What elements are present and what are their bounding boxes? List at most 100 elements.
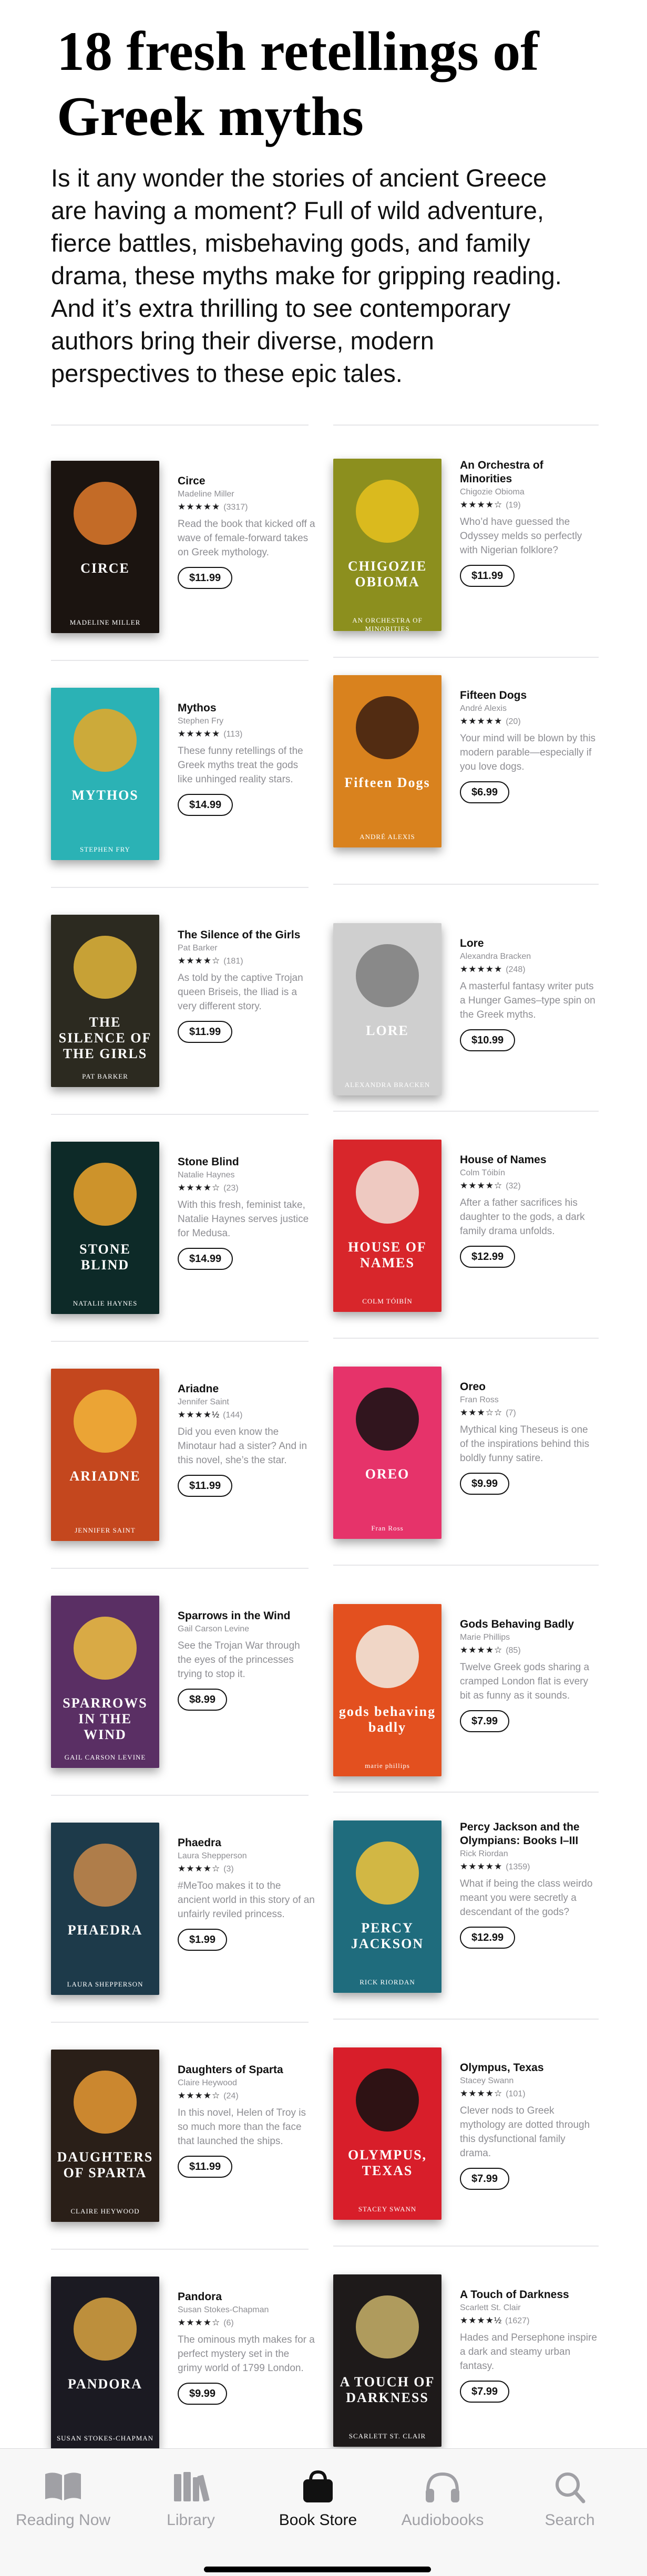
price-button[interactable]: $9.99 [178, 2383, 228, 2405]
price-button[interactable]: $8.99 [178, 1689, 228, 1711]
tab-search[interactable]: Search [507, 2470, 633, 2530]
tab-book-store[interactable]: Book Store [255, 2470, 381, 2530]
price-button[interactable]: $7.99 [460, 2381, 510, 2403]
book-author[interactable]: Scarlett St. Clair [460, 2302, 598, 2314]
book-cover[interactable]: CIRCE MADELINE MILLER [51, 461, 159, 633]
book-cover[interactable]: STONE BLIND NATALIE HAYNES [51, 1142, 159, 1314]
book-cover[interactable]: PHAEDRA LAURA SHEPPERSON [51, 1823, 159, 1995]
price-button[interactable]: $7.99 [460, 1710, 510, 1732]
book-item[interactable]: PERCY JACKSON RICK RIORDAN Percy Jackson a… [333, 1820, 596, 2020]
price-button[interactable]: $11.99 [178, 1475, 233, 1497]
book-item[interactable]: gods behaving badly marie phillips Gods Be… [333, 1604, 596, 1804]
book-item[interactable]: CHIGOZIE OBIOMA AN ORCHESTRA OF MINORITIE… [333, 459, 596, 658]
book-cover[interactable]: OLYMPUS, TEXAS STACEY SWANN [333, 2047, 441, 2220]
book-title[interactable]: Gods Behaving Badly [460, 1618, 598, 1631]
book-item[interactable]: A TOUCH OF DARKNESS SCARLETT ST. CLAIR A T… [313, 2253, 622, 2485]
book-cover[interactable]: SPARROWS IN THE WIND GAIL CARSON LEVINE [51, 1596, 159, 1768]
book-title[interactable]: Lore [460, 937, 598, 950]
book-title[interactable]: Oreo [460, 1380, 598, 1394]
book-title[interactable]: Percy Jackson and the Olympians: Books I… [460, 1820, 598, 1848]
book-author[interactable]: Stephen Fry [178, 715, 315, 728]
book-cover[interactable]: THE SILENCE OF THE GIRLS PAT BARKER [51, 915, 159, 1087]
book-author[interactable]: André Alexis [460, 702, 598, 715]
price-button[interactable]: $14.99 [178, 794, 233, 816]
book-author[interactable]: Fran Ross [460, 1394, 598, 1406]
book-author[interactable]: Jennifer Saint [178, 1396, 315, 1409]
book-author[interactable]: Marie Phillips [460, 1631, 598, 1644]
book-cover[interactable]: MYTHOS STEPHEN FRY [51, 688, 159, 860]
book-item[interactable]: MYTHOS STEPHEN FRY Mythos Stephen Fry ★★★★★(… [51, 688, 314, 887]
book-author[interactable]: Claire Heywood [178, 2077, 315, 2089]
book-title[interactable]: A Touch of Darkness [460, 2288, 598, 2302]
book-item[interactable]: HOUSE OF NAMES COLM TÓIBÍN House of Names C… [333, 1140, 596, 1339]
row-divider [333, 2246, 599, 2247]
book-author[interactable]: Rick Riordan [460, 1848, 598, 1860]
book-title[interactable]: Stone Blind [178, 1155, 315, 1169]
book-item[interactable]: STONE BLIND NATALIE HAYNES Stone Blind Nata… [51, 1142, 314, 1341]
price-button[interactable]: $10.99 [460, 1029, 516, 1051]
book-title[interactable]: Pandora [178, 2290, 315, 2304]
book-author[interactable]: Stacey Swann [460, 2075, 598, 2087]
book-cover[interactable]: gods behaving badly marie phillips [333, 1604, 441, 1776]
rating-stars: ★★★★☆ [178, 956, 221, 966]
book-item[interactable]: PANDORA SUSAN STOKES-CHAPMAN Pandora Susan … [51, 2277, 315, 2476]
price-button[interactable]: $12.99 [460, 1927, 516, 1949]
book-item[interactable]: OLYMPUS, TEXAS STACEY SWANN Olympus, Texas… [333, 2047, 596, 2247]
book-cover[interactable]: OREO Fran Ross [333, 1367, 441, 1539]
book-title[interactable]: House of Names [460, 1153, 598, 1167]
book-title[interactable]: Phaedra [178, 1836, 315, 1850]
search-icon [556, 2472, 586, 2503]
book-title[interactable]: Sparrows in the Wind [178, 1609, 315, 1623]
book-author[interactable]: Madeline Miller [178, 488, 315, 501]
book-item[interactable]: CIRCE MADELINE MILLER Circe Madeline Miller… [51, 461, 315, 660]
book-title[interactable]: Olympus, Texas [460, 2061, 598, 2075]
book-item[interactable]: Fifteen Dogs ANDRÉ ALEXIS Fifteen Dogs Andr… [333, 675, 596, 875]
book-author[interactable]: Natalie Haynes [178, 1169, 315, 1182]
price-button[interactable]: $11.99 [178, 567, 233, 589]
book-author[interactable]: Laura Shepperson [178, 1850, 315, 1863]
book-item[interactable]: THE SILENCE OF THE GIRLS PAT BARKER The Si… [51, 915, 314, 1114]
book-title[interactable]: Mythos [178, 701, 315, 715]
price-button[interactable]: $6.99 [460, 781, 510, 803]
price-button[interactable]: $12.99 [460, 1246, 516, 1268]
tab-library[interactable]: Library [128, 2470, 254, 2530]
book-cover[interactable]: PERCY JACKSON RICK RIORDAN [333, 1820, 441, 1993]
book-item[interactable]: SPARROWS IN THE WIND GAIL CARSON LEVINE Sp… [51, 1596, 314, 1795]
rating-stars: ★★★★½ [178, 1410, 220, 1420]
tab-reading-now[interactable]: Reading Now [0, 2470, 126, 2530]
book-cover[interactable]: DAUGHTERS OF SPARTA CLAIRE HEYWOOD [51, 2050, 159, 2222]
book-title[interactable]: Daughters of Sparta [178, 2063, 315, 2077]
book-cover[interactable]: A TOUCH OF DARKNESS SCARLETT ST. CLAIR [333, 2274, 441, 2447]
book-cover[interactable]: Fifteen Dogs ANDRÉ ALEXIS [333, 675, 441, 847]
book-cover[interactable]: LORE ALEXANDRA BRACKEN [333, 923, 441, 1095]
price-button[interactable]: $11.99 [178, 1021, 233, 1043]
tab-audiobooks[interactable]: Audiobooks [379, 2470, 506, 2530]
book-item[interactable]: ARIADNE JENNIFER SAINT Ariadne Jennifer Sai… [51, 1369, 314, 1568]
book-title[interactable]: An Orchestra of Minorities [460, 459, 598, 486]
book-item[interactable]: OREO Fran Ross Oreo Fran Ross ★★★☆☆ (7) Mythic… [333, 1367, 596, 1566]
book-item[interactable]: PHAEDRA LAURA SHEPPERSON Phaedra Laura Shep… [51, 1823, 315, 2022]
book-author[interactable]: Pat Barker [178, 942, 315, 955]
book-description: As told by the captive Trojan queen Bris… [178, 973, 303, 1012]
price-button[interactable]: $7.99 [460, 2168, 510, 2190]
book-item[interactable]: DAUGHTERS OF SPARTA CLAIRE HEYWOOD Daughte… [51, 2050, 314, 2249]
book-author[interactable]: Gail Carson Levine [178, 1623, 315, 1636]
book-cover[interactable]: CHIGOZIE OBIOMA AN ORCHESTRA OF MINORITIE… [333, 459, 441, 631]
book-cover[interactable]: HOUSE OF NAMES COLM TÓIBÍN [333, 1140, 441, 1312]
book-author[interactable]: Alexandra Bracken [460, 950, 598, 963]
book-author[interactable]: Chigozie Obioma [460, 486, 598, 499]
book-author[interactable]: Colm Tóibín [460, 1167, 598, 1180]
price-button[interactable]: $1.99 [178, 1929, 228, 1951]
price-button[interactable]: $11.99 [460, 565, 515, 587]
book-author[interactable]: Susan Stokes-Chapman [178, 2304, 315, 2316]
price-button[interactable]: $11.99 [178, 2156, 233, 2178]
price-button[interactable]: $9.99 [460, 1473, 510, 1495]
book-cover[interactable]: ARIADNE JENNIFER SAINT [51, 1369, 159, 1541]
book-title[interactable]: Fifteen Dogs [460, 689, 598, 702]
book-item[interactable]: LORE ALEXANDRA BRACKEN Lore Alexandra Brack… [333, 923, 596, 1123]
price-button[interactable]: $14.99 [178, 1248, 233, 1270]
book-cover[interactable]: PANDORA SUSAN STOKES-CHAPMAN [51, 2277, 159, 2449]
book-title[interactable]: The Silence of the Girls [178, 928, 315, 942]
book-title[interactable]: Ariadne [178, 1382, 315, 1396]
book-title[interactable]: Circe [178, 474, 315, 488]
